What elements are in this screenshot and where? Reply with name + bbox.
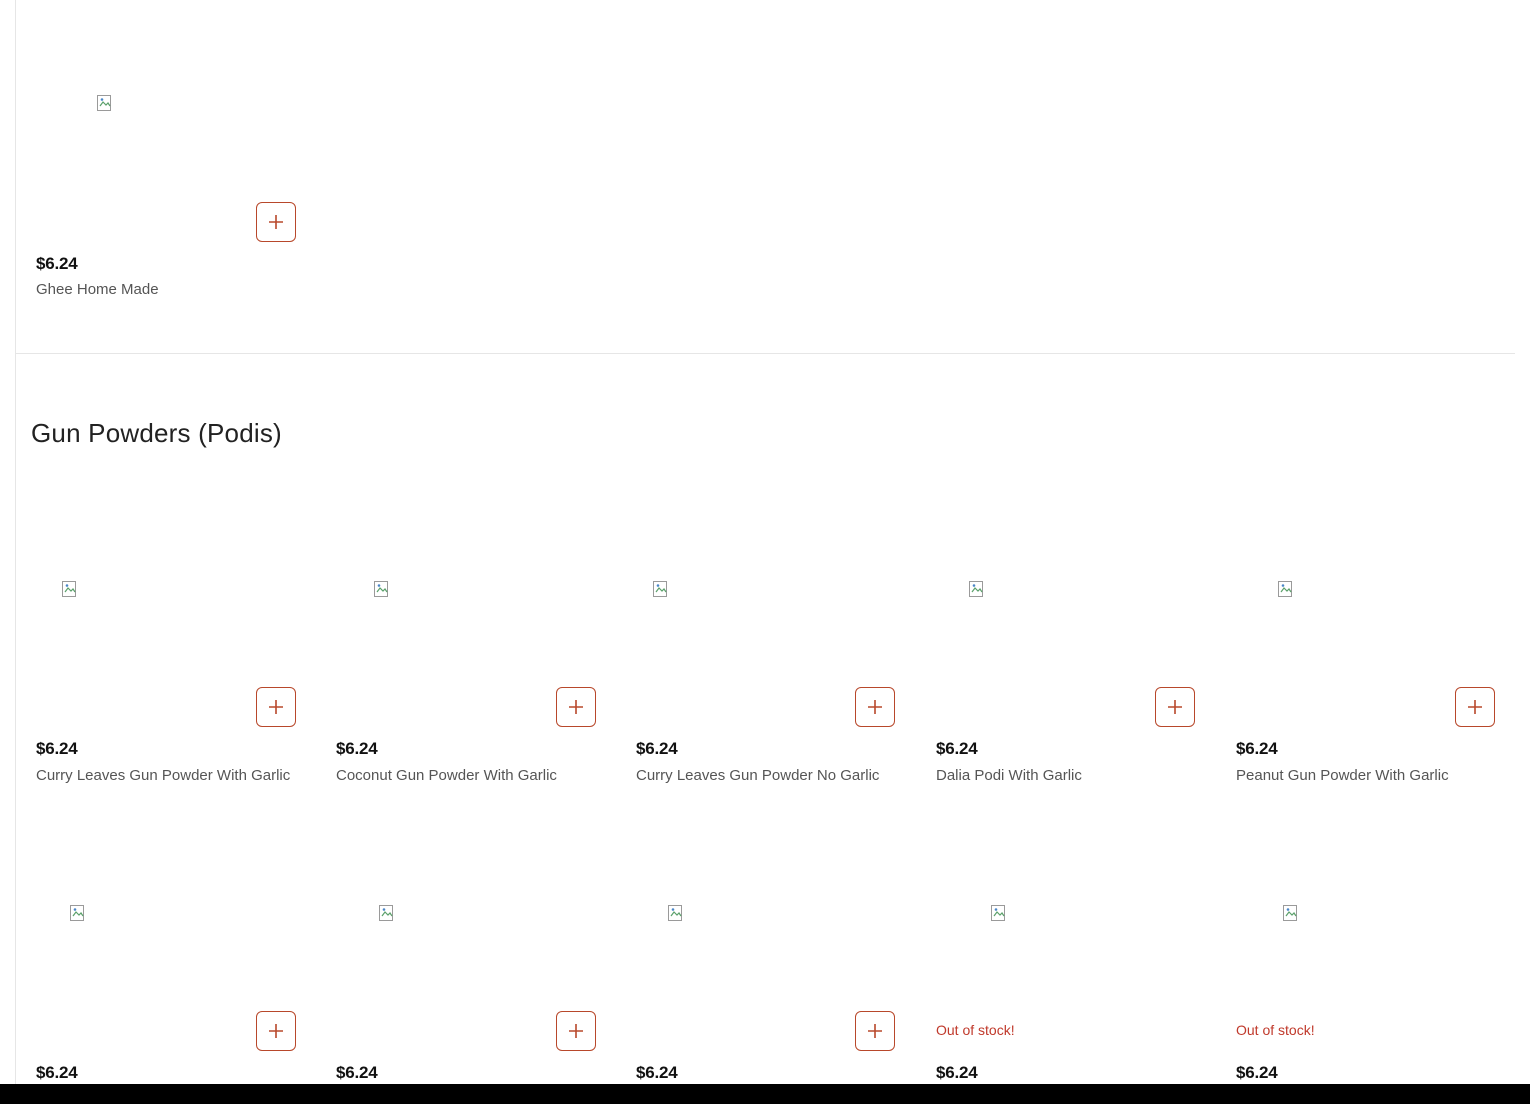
item-price: $6.24 bbox=[36, 1063, 78, 1082]
broken-image-icon bbox=[1283, 905, 1299, 921]
broken-image-icon bbox=[653, 581, 669, 597]
broken-image-icon bbox=[969, 581, 985, 597]
item-name[interactable]: Curry Leaves Gun Powder With Garlic bbox=[36, 767, 290, 784]
left-border bbox=[15, 0, 16, 1084]
item-price: $6.24 bbox=[936, 739, 978, 758]
plus-icon bbox=[1468, 700, 1482, 714]
menu-page: $6.24 Ghee Home Made Gun Powders (Podis)… bbox=[0, 0, 1530, 1104]
add-to-cart-button[interactable] bbox=[855, 1011, 895, 1051]
broken-image-icon bbox=[379, 905, 395, 921]
broken-image-icon bbox=[991, 905, 1007, 921]
add-to-cart-button[interactable] bbox=[556, 1011, 596, 1051]
plus-icon bbox=[569, 700, 583, 714]
bottom-bar bbox=[0, 1084, 1530, 1104]
item-price: $6.24 bbox=[1236, 739, 1278, 758]
broken-image-icon bbox=[62, 581, 78, 597]
add-to-cart-button[interactable] bbox=[256, 1011, 296, 1051]
plus-icon bbox=[269, 1024, 283, 1038]
item-price: $6.24 bbox=[636, 739, 678, 758]
plus-icon bbox=[269, 215, 283, 229]
broken-image-icon bbox=[668, 905, 684, 921]
broken-image-icon bbox=[1278, 581, 1294, 597]
item-price: $6.24 bbox=[336, 739, 378, 758]
add-to-cart-button[interactable] bbox=[256, 687, 296, 727]
section-title: Gun Powders (Podis) bbox=[31, 418, 282, 448]
plus-icon bbox=[868, 1024, 882, 1038]
plus-icon bbox=[569, 1024, 583, 1038]
add-to-cart-button[interactable] bbox=[256, 202, 296, 242]
item-price: $6.24 bbox=[336, 1063, 378, 1082]
plus-icon bbox=[1168, 700, 1182, 714]
section-divider bbox=[16, 353, 1515, 354]
plus-icon bbox=[868, 700, 882, 714]
broken-image-icon bbox=[97, 95, 113, 111]
item-name[interactable]: Ghee Home Made bbox=[36, 281, 159, 298]
item-name[interactable]: Peanut Gun Powder With Garlic bbox=[1236, 767, 1449, 784]
add-to-cart-button[interactable] bbox=[556, 687, 596, 727]
broken-image-icon bbox=[70, 905, 86, 921]
item-price: $6.24 bbox=[1236, 1063, 1278, 1082]
out-of-stock-label: Out of stock! bbox=[936, 1022, 1015, 1038]
add-to-cart-button[interactable] bbox=[855, 687, 895, 727]
item-price: $6.24 bbox=[636, 1063, 678, 1082]
item-name[interactable]: Coconut Gun Powder With Garlic bbox=[336, 767, 557, 784]
add-to-cart-button[interactable] bbox=[1155, 687, 1195, 727]
plus-icon bbox=[269, 700, 283, 714]
item-price: $6.24 bbox=[936, 1063, 978, 1082]
out-of-stock-label: Out of stock! bbox=[1236, 1022, 1315, 1038]
add-to-cart-button[interactable] bbox=[1455, 687, 1495, 727]
item-price: $6.24 bbox=[36, 739, 78, 758]
broken-image-icon bbox=[374, 581, 390, 597]
item-name[interactable]: Curry Leaves Gun Powder No Garlic bbox=[636, 767, 879, 784]
item-name[interactable]: Dalia Podi With Garlic bbox=[936, 767, 1082, 784]
item-price: $6.24 bbox=[36, 254, 78, 273]
